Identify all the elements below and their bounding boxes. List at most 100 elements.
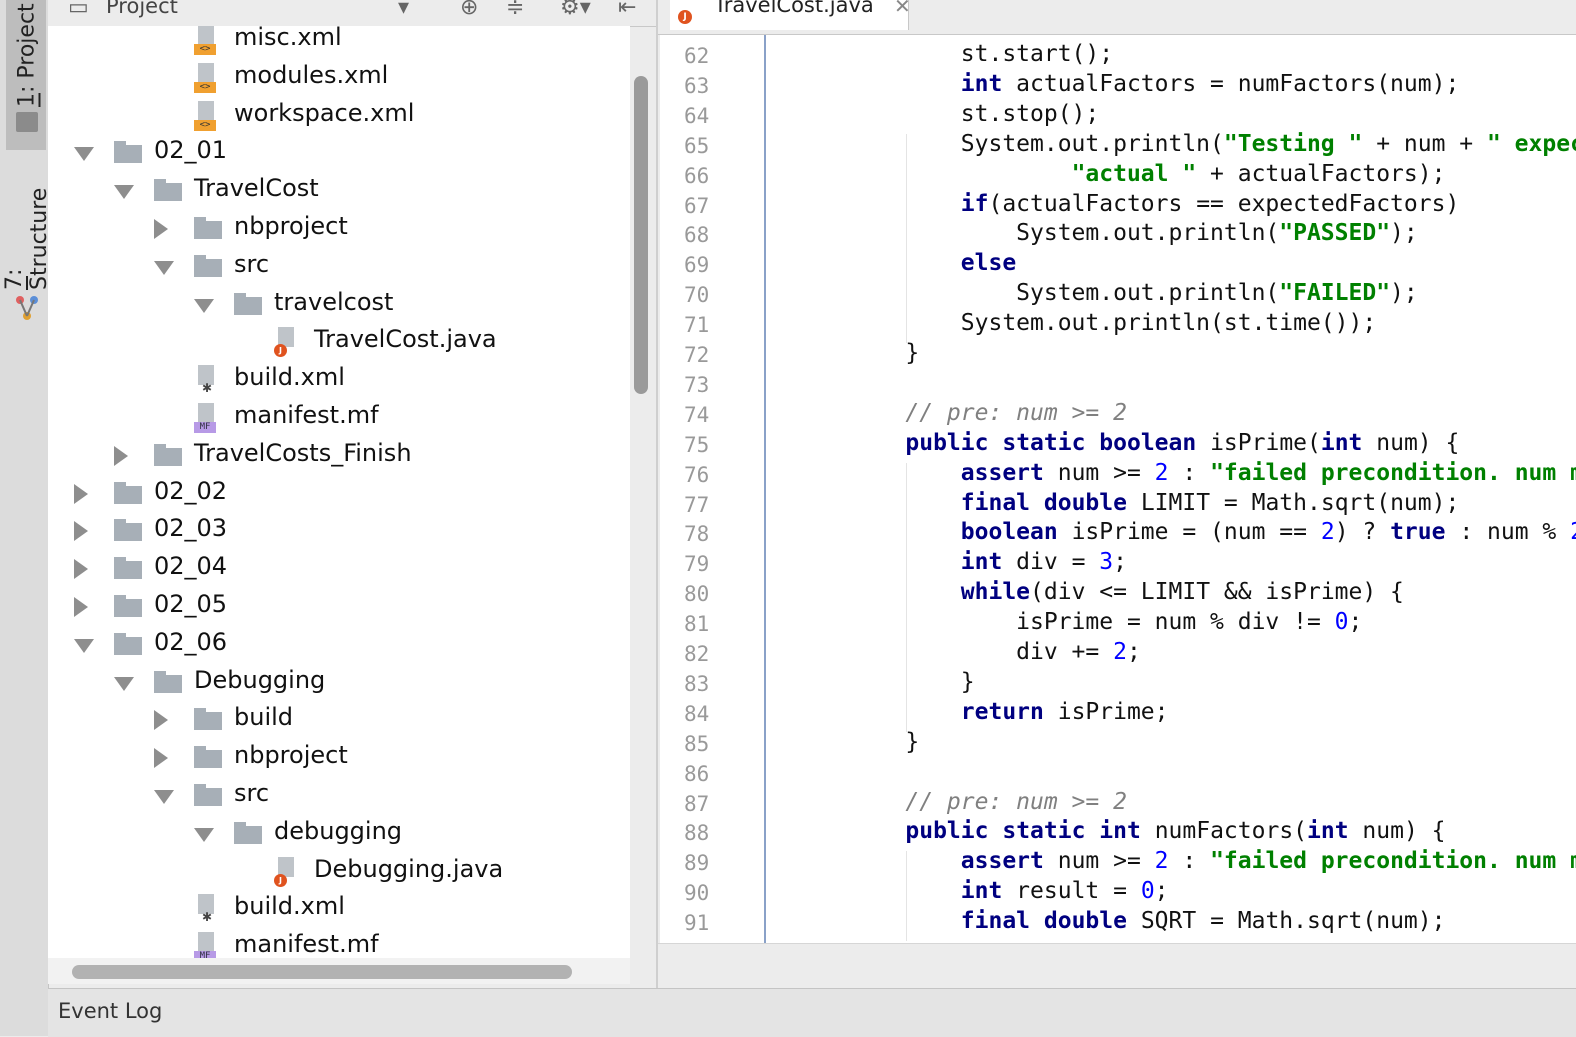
code-line[interactable]: boolean isPrime = (num == 2) ? true : nu…: [850, 519, 1576, 545]
chevron-down-icon[interactable]: [194, 298, 214, 313]
status-bar: Event Log: [48, 988, 1576, 1037]
tree-vertical-scrollbar[interactable]: [634, 76, 648, 394]
structure-tool-tab[interactable]: 7: Structure: [2, 170, 52, 290]
chevron-right-icon[interactable]: [74, 483, 88, 504]
chevron-down-icon[interactable]: [194, 827, 214, 842]
tree-item[interactable]: TravelCosts_Finish: [48, 437, 630, 475]
code-line[interactable]: public static int numFactors(int num) {: [850, 818, 1445, 844]
tree-item[interactable]: ✱ build.xml: [48, 361, 630, 399]
code-line[interactable]: }: [850, 340, 919, 366]
tree-item[interactable]: build: [48, 701, 630, 739]
tree-item-label: TravelCost: [194, 174, 319, 203]
code-line[interactable]: System.out.println("FAILED");: [850, 280, 1418, 306]
chevron-right-icon[interactable]: [154, 710, 168, 731]
chevron-down-icon[interactable]: [114, 185, 134, 200]
tree-horizontal-scrollbar[interactable]: [72, 965, 572, 979]
panel-splitter[interactable]: [656, 0, 658, 988]
code-line[interactable]: public static boolean isPrime(int num) {: [850, 430, 1459, 456]
code-line[interactable]: int div = 3;: [850, 549, 1127, 575]
chevron-right-icon[interactable]: [74, 521, 88, 542]
scroll-from-source-icon[interactable]: ⊕: [460, 0, 478, 20]
code-line[interactable]: // pre: num >= 2: [850, 400, 1127, 426]
code-line[interactable]: // pre: num >= 2: [850, 789, 1127, 815]
chevron-right-icon[interactable]: [74, 597, 88, 617]
chevron-right-icon[interactable]: [74, 559, 88, 580]
code-line[interactable]: final double SQRT = Math.sqrt(num);: [850, 908, 1446, 934]
tree-item[interactable]: <> misc.xml: [48, 26, 630, 59]
tree-item[interactable]: src: [48, 248, 630, 286]
tree-item-label: build.xml: [234, 892, 345, 921]
chevron-right-icon[interactable]: [154, 748, 168, 769]
editor-tab-travelcost[interactable]: J TravelCost.java ✕: [670, 0, 911, 30]
tree-item[interactable]: nbproject: [48, 739, 630, 777]
chevron-right-icon[interactable]: [114, 445, 128, 466]
gear-icon[interactable]: ⚙▾: [560, 0, 591, 20]
editor-bottom-area: [658, 943, 1576, 989]
tree-item[interactable]: TravelCost: [48, 172, 630, 210]
line-number: 71: [684, 313, 710, 338]
hide-panel-icon[interactable]: ⇤: [618, 0, 636, 20]
editor-gutter: 62 63 64 65 66 67 68 69 70 71 72 73 74 75 76 77 78 79 80 81…: [660, 35, 789, 943]
tree-item[interactable]: <> modules.xml: [48, 59, 630, 97]
tree-item[interactable]: nbproject: [48, 210, 630, 248]
tool-window-strip: 1: Project 7: Structure: [0, 0, 52, 1036]
chevron-down-icon[interactable]: [74, 147, 94, 162]
tree-item[interactable]: 02_03: [48, 512, 630, 550]
code-line[interactable]: st.start();: [850, 41, 1113, 67]
chevron-down-icon[interactable]: [114, 676, 134, 691]
code-line[interactable]: int actualFactors = numFactors(num);: [850, 71, 1460, 97]
chevron-down-icon[interactable]: [154, 260, 174, 275]
tree-item[interactable]: Debugging: [48, 664, 630, 702]
tree-item-label: build: [234, 703, 294, 732]
tree-item[interactable]: 02_06: [48, 626, 630, 664]
folder-icon: [114, 595, 142, 617]
event-log-button[interactable]: Event Log: [58, 999, 162, 1023]
code-line[interactable]: st.stop();: [850, 101, 1099, 127]
line-number: 75: [684, 432, 710, 457]
chevron-down-icon[interactable]: [154, 790, 174, 804]
code-line[interactable]: System.out.println("PASSED");: [850, 220, 1418, 246]
chevron-down-icon[interactable]: [74, 638, 94, 653]
code-line[interactable]: System.out.println("Testing " + num + " …: [850, 131, 1576, 157]
code-line[interactable]: }: [850, 729, 919, 755]
code-line[interactable]: div += 2;: [850, 639, 1141, 665]
tree-item[interactable]: J Debugging.java: [48, 853, 630, 891]
tree-item[interactable]: 02_05: [48, 588, 630, 626]
tree-item[interactable]: ✱ build.xml: [48, 890, 630, 928]
code-line[interactable]: assert num >= 2 : "failed precondition. …: [850, 460, 1576, 486]
code-line[interactable]: System.out.println(st.time());: [850, 310, 1376, 336]
project-panel-title[interactable]: Project: [106, 0, 178, 18]
code-line[interactable]: if(actualFactors == expectedFactors): [850, 191, 1460, 217]
code-editor[interactable]: st.start(); int actualFactors = numFacto…: [766, 35, 1576, 943]
tree-item[interactable]: src: [48, 777, 630, 815]
tree-item[interactable]: MF manifest.mf: [48, 928, 630, 960]
line-number: 64: [684, 103, 710, 128]
chevron-right-icon[interactable]: [154, 219, 168, 239]
code-line[interactable]: final double LIMIT = Math.sqrt(num);: [850, 490, 1460, 516]
line-number: 63: [684, 73, 710, 98]
tree-item[interactable]: travelcost: [48, 286, 630, 324]
code-line[interactable]: isPrime = num % div != 0;: [850, 609, 1362, 635]
code-line[interactable]: else: [850, 250, 1016, 276]
code-line[interactable]: }: [850, 669, 975, 695]
tree-item[interactable]: J TravelCost.java: [48, 323, 630, 361]
line-number: 76: [684, 462, 710, 487]
tree-item[interactable]: 02_01: [48, 134, 630, 172]
project-tool-tab[interactable]: 1: Project: [8, 0, 46, 110]
code-line[interactable]: assert num >= 2 : "failed precondition. …: [850, 848, 1576, 874]
tree-item[interactable]: <> workspace.xml: [48, 97, 630, 135]
tree-item[interactable]: debugging: [48, 815, 630, 853]
chevron-down-icon[interactable]: ▾: [398, 0, 409, 20]
code-line[interactable]: int result = 0;: [850, 878, 1169, 904]
close-icon[interactable]: ✕: [894, 0, 911, 18]
manifest-file-icon: MF: [194, 403, 216, 433]
collapse-all-icon[interactable]: ≑: [506, 0, 524, 20]
tree-item[interactable]: 02_04: [48, 550, 630, 588]
tree-item[interactable]: 02_02: [48, 475, 630, 513]
code-line[interactable]: while(div <= LIMIT && isPrime) {: [850, 579, 1404, 605]
tree-item-label: 02_03: [154, 514, 228, 543]
code-line[interactable]: "actual " + actualFactors);: [850, 161, 1446, 187]
code-line[interactable]: return isPrime;: [850, 699, 1169, 725]
line-number: 72: [684, 343, 710, 367]
tree-item[interactable]: MF manifest.mf: [48, 399, 630, 437]
